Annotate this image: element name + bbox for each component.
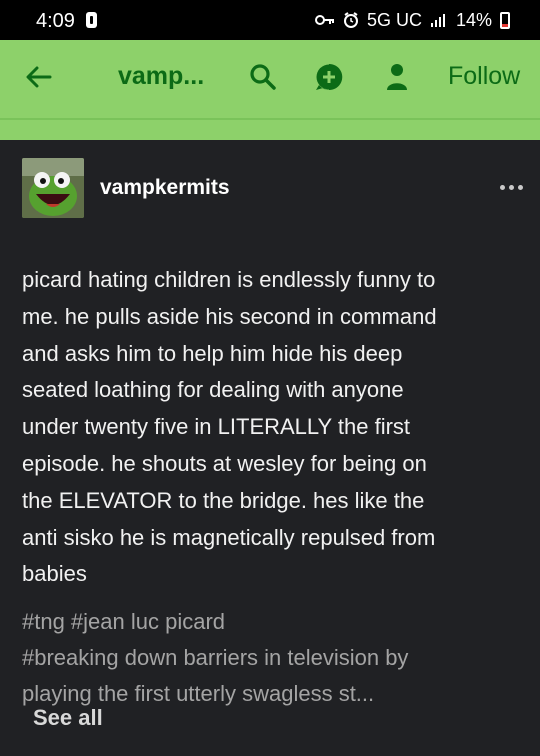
post-body: picard hating children is endlessly funn… [22,262,522,593]
compose-icon[interactable] [312,60,346,94]
battery-percent: 14% [455,9,492,30]
battery-icon [500,11,510,29]
post-text-line: picard hating children is endlessly funn… [22,267,436,292]
signal-icon [430,13,448,27]
more-options-icon[interactable] [500,182,526,192]
post-text-line: and asks him to help him hide his deep [22,340,403,366]
follow-button[interactable]: Follow [448,62,520,91]
see-all-button[interactable]: See all [33,705,103,731]
post-text-line: the ELEVATOR to the bridge. hes like the [22,487,425,513]
status-time: 4:09 [36,10,75,32]
profile-icon[interactable] [380,60,414,94]
tag-line[interactable]: #breaking down barriers in television by [22,640,522,676]
author-name[interactable]: vampkermits [100,176,230,200]
tag-line[interactable]: #tng #jean luc picard [22,604,522,640]
post-text-line: babies [22,561,87,587]
status-icons: 5G UC 14% [314,9,510,31]
back-arrow-icon[interactable] [22,60,56,94]
post-text-line: me. he pulls aside his second in command [22,303,437,329]
post-text-line: anti sisko he is magnetically repulsed f… [22,524,436,550]
post-tags[interactable]: #tng #jean luc picard #breaking down bar… [22,604,522,712]
network-label: 5G UC [366,9,422,30]
kermit-avatar[interactable] [22,158,84,218]
post-text-line: seated loathing for dealing with anyone [22,377,404,403]
post-text-line: under twenty five in LITERALLY the first [22,414,411,440]
header-divider [0,118,540,120]
alarm-icon [343,12,359,28]
key-icon [314,14,335,26]
status-bar: 4:09 5G UC 14% [0,0,540,40]
notification-icon [86,12,97,28]
blog-name[interactable]: vamp... [118,62,204,91]
search-icon[interactable] [246,60,280,94]
post-text-line: episode. he shouts at wesley for being o… [22,450,427,476]
